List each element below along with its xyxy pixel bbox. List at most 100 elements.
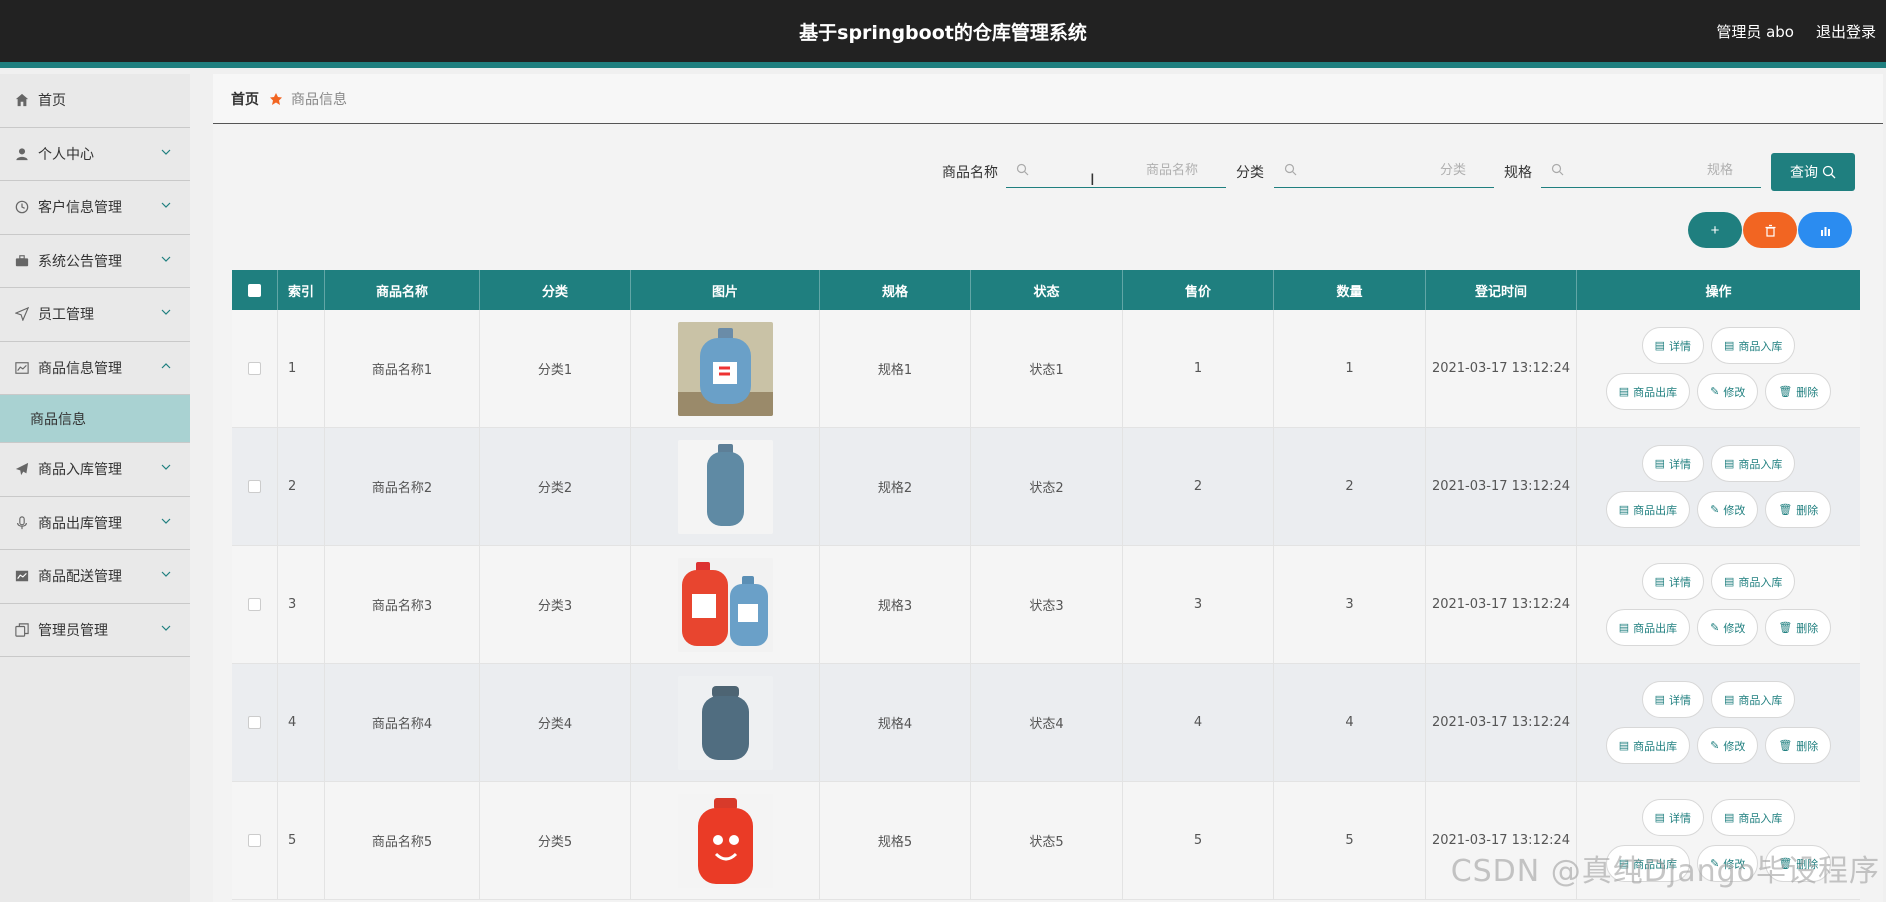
product-name-cell: 商品名称1 [325,310,480,427]
stock-out-button[interactable]: ▤ 商品出库 [1605,491,1691,528]
batch-delete-button[interactable] [1743,212,1797,248]
sidebar: 首页 个人中心 客户信息管理 系统公告管理 员工管理 商品信息管理 商品信息 商… [0,74,190,902]
sidebar-item-admin[interactable]: 管理员管理 [0,604,190,657]
edit-button[interactable]: ✎ 修改 [1697,373,1759,410]
sidebar-item-announcement[interactable]: 系统公告管理 [0,235,190,288]
sidebar-item-staff[interactable]: 员工管理 [0,288,190,342]
stock-out-button[interactable]: ▤ 商品出库 [1605,373,1691,410]
spec-cell: 规格5 [820,782,971,899]
stock-in-button[interactable]: ▤ 商品入库 [1711,327,1796,364]
sidebar-subitem-product-info[interactable]: 商品信息 [0,395,190,443]
breadcrumb-home[interactable]: 首页 [231,89,259,109]
price-cell: 1 [1123,310,1274,427]
stock-in-button[interactable]: ▤ 商品入库 [1711,799,1796,836]
sidebar-item-customer[interactable]: 客户信息管理 [0,181,190,235]
detail-button[interactable]: ▤ 详情 [1641,327,1704,364]
edit-label: 修改 [1723,622,1746,635]
delete-label: 删除 [1796,858,1819,871]
product-image[interactable] [677,557,773,652]
edit-button[interactable]: ✎ 修改 [1697,845,1759,882]
spec-field[interactable] [1541,154,1761,188]
paper-plane-icon [14,461,30,477]
sidebar-item-label: 首页 [38,93,66,110]
logout-link[interactable]: 退出登录 [1816,21,1876,42]
row-select-cell [232,782,278,899]
column-header: 状态 [971,270,1123,310]
product-image[interactable] [677,321,773,416]
add-button[interactable]: + [1688,212,1742,248]
trash-icon: 🗑 [1778,858,1793,870]
stock-in-label: 商品入库 [1738,458,1783,471]
table-header: 索引 商品名称 分类 图片 规格 状态 售价 数量 登记时间 操作 [232,270,1860,310]
quantity-cell: 3 [1274,546,1426,663]
stock-out-button[interactable]: ▤ 商品出库 [1605,609,1691,646]
spec-cell: 规格2 [820,428,971,545]
trend-icon [14,568,30,584]
product-name-field[interactable] [1006,154,1226,188]
sidebar-item-product-info[interactable]: 商品信息管理 [0,342,190,395]
column-header: 数量 [1274,270,1426,310]
delete-button[interactable]: 🗑 删除 [1765,373,1832,410]
category-cell: 分类2 [480,428,631,545]
stock-out-label: 商品出库 [1633,386,1678,399]
stock-out-button[interactable]: ▤ 商品出库 [1605,727,1691,764]
stock-out-button[interactable]: ▤ 商品出库 [1605,845,1691,882]
person-icon [14,146,30,162]
edit-button[interactable]: ✎ 修改 [1697,609,1759,646]
delete-button[interactable]: 🗑 删除 [1765,491,1832,528]
detail-button[interactable]: ▤ 详情 [1641,799,1704,836]
detail-button[interactable]: ▤ 详情 [1641,445,1704,482]
category-input[interactable] [1274,154,1494,186]
stock-in-button[interactable]: ▤ 商品入库 [1711,681,1796,718]
delete-button[interactable]: 🗑 删除 [1765,609,1832,646]
delete-button[interactable]: 🗑 删除 [1765,845,1832,882]
trash-icon: 🗑 [1778,622,1793,634]
edit-button[interactable]: ✎ 修改 [1697,727,1759,764]
row-checkbox[interactable] [248,716,261,729]
product-image[interactable] [677,439,773,534]
sidebar-item-delivery[interactable]: 商品配送管理 [0,550,190,604]
row-checkbox[interactable] [248,362,261,375]
category-cell: 分类4 [480,664,631,781]
spec-cell: 规格1 [820,310,971,427]
product-image[interactable] [677,793,773,888]
briefcase-icon [14,253,30,269]
delete-button[interactable]: 🗑 删除 [1765,727,1832,764]
row-checkbox[interactable] [248,480,261,493]
stock-in-button[interactable]: ▤ 商品入库 [1711,563,1796,600]
stock-in-button[interactable]: ▤ 商品入库 [1711,445,1796,482]
sidebar-item-stock-out[interactable]: 商品出库管理 [0,497,190,550]
plus-icon: + [1710,221,1720,239]
ops-cell: ▤ 详情 ▤ 商品入库 ▤ 商品出库 ✎ 修改 🗑 删除 [1577,782,1860,899]
time-cell: 2021-03-17 13:12:24 [1426,428,1577,545]
stock-in-label: 商品入库 [1738,340,1783,353]
product-image[interactable] [677,675,773,770]
stock-in-label: 商品入库 [1738,576,1783,589]
query-button[interactable]: 查询 [1771,153,1855,191]
column-header: 索引 [278,270,325,310]
detail-button[interactable]: ▤ 详情 [1641,681,1704,718]
index-cell: 3 [278,546,325,663]
table-row: 2 商品名称2 分类2 规格2 状态2 2 2 2021-03-17 13:12… [232,428,1860,546]
product-name-input[interactable] [1006,154,1226,186]
sidebar-item-stock-in[interactable]: 商品入库管理 [0,443,190,497]
select-all-checkbox[interactable] [248,283,261,297]
edit-button[interactable]: ✎ 修改 [1697,491,1759,528]
search-icon [1822,165,1836,179]
spec-input[interactable] [1541,154,1761,186]
chevron-down-icon [160,568,172,580]
chevron-down-icon [160,146,172,158]
category-field[interactable] [1274,154,1494,188]
sidebar-item-home[interactable]: 首页 [0,74,190,128]
price-cell: 2 [1123,428,1274,545]
row-checkbox[interactable] [248,834,261,847]
index-cell: 4 [278,664,325,781]
doc-icon: ▤ [1618,858,1630,870]
chevron-down-icon [160,622,172,634]
ops-cell: ▤ 详情 ▤ 商品入库 ▤ 商品出库 ✎ 修改 🗑 删除 [1577,546,1860,663]
sidebar-item-personal-center[interactable]: 个人中心 [0,128,190,181]
detail-button[interactable]: ▤ 详情 [1641,563,1704,600]
statistics-button[interactable] [1798,212,1852,248]
chevron-down-icon [160,253,172,265]
row-checkbox[interactable] [248,598,261,611]
